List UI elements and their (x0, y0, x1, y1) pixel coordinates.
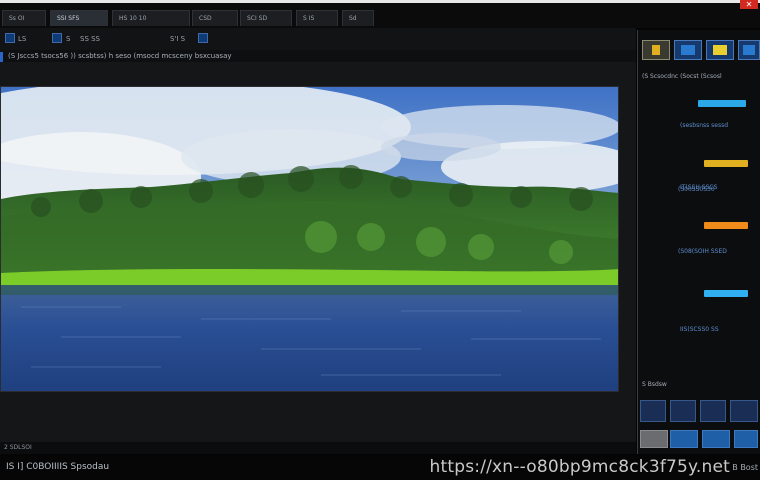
toolbar-item-2[interactable]: S (66, 33, 70, 45)
layer-color-bar (704, 290, 748, 297)
tab-3[interactable]: HS 10 10 (112, 10, 190, 26)
canvas-panel (0, 62, 636, 442)
thumb-button-3[interactable] (702, 430, 730, 448)
status-bar: 2 SDLSOI (0, 442, 636, 454)
coords-readout: 2 SDLSOI (4, 444, 32, 451)
tab-4[interactable]: CSD (192, 10, 238, 26)
info-accent (0, 52, 3, 62)
info-strip: (S Jsccs5 tsocs56 )) scsbtss) h seso (ms… (0, 50, 636, 62)
toolbar-item-4[interactable]: S'I S (170, 33, 185, 45)
layers-panel: (S Scsocdnc (Socst (Scsosl (sesbsnss ses… (637, 30, 760, 454)
title-bar: Ss OI SSI SFS HS 10 10 CSD SCI SD S IS S… (0, 0, 760, 28)
thumbnail-1[interactable] (640, 400, 666, 422)
select-tool-icon[interactable] (5, 33, 15, 43)
info-text: (S Jsccs5 tsocs56 )) scsbtss) h seso (ms… (8, 52, 232, 60)
close-icon[interactable]: ✕ (740, 0, 758, 9)
layer-label: (sesbsnss sessd (680, 122, 729, 129)
layer-icon (681, 45, 695, 55)
panel-tool-button-4[interactable] (738, 40, 760, 60)
layer-row-1[interactable]: (sesbsnss sessd (642, 98, 759, 129)
landscape-image (1, 87, 618, 391)
toolbar: LS S SS SS S'I S (0, 28, 636, 51)
layer-row-2[interactable]: IT(SSH SSCS (642, 158, 759, 191)
mask-icon (743, 45, 755, 55)
panel-header: (S Scsocdnc (Socst (Scsosl (642, 73, 722, 80)
layer-row-3[interactable] (642, 220, 759, 236)
bottom-bar: IS I] C0BOIIIIS Spsodau https://xn--o80b… (0, 456, 760, 480)
layer-row-6[interactable]: (S00SS0S30 (642, 186, 759, 202)
tab-2[interactable]: SSI SFS (50, 10, 108, 26)
layer-color-bar (704, 222, 748, 229)
panel-tool-button-3[interactable] (706, 40, 734, 60)
layer-label: (S08(SOIH SSED (678, 248, 727, 255)
app-name-label: IS I] C0BOIIIIS Spsodau (6, 462, 110, 472)
highlight-icon (713, 45, 727, 55)
layer-row-5[interactable]: (S08(SOIH SSED (642, 248, 759, 264)
tab-5[interactable]: SCI SD (240, 10, 292, 26)
thumbnail-4[interactable] (730, 400, 758, 422)
layer-color-bar (698, 100, 746, 107)
tab-1[interactable]: Ss OI (2, 10, 46, 26)
image-viewport[interactable] (0, 86, 619, 392)
toolbar-item-3[interactable]: SS SS (80, 33, 100, 45)
bottom-extra-label: B Bost (732, 463, 758, 472)
layer-label: (S00SS0S30 (678, 186, 715, 193)
window-top-border (0, 0, 760, 3)
thumb-button-2[interactable] (670, 430, 698, 448)
panel-tool-button-2[interactable] (674, 40, 702, 60)
move-tool-icon[interactable] (52, 33, 62, 43)
layer-row-4[interactable]: IIS(SCSS0 SS (642, 288, 759, 333)
tab-6[interactable]: S IS (296, 10, 338, 26)
zoom-tool-icon[interactable] (198, 33, 208, 43)
layer-color-bar (704, 160, 748, 167)
thumb-button-4[interactable] (734, 430, 758, 448)
panel-footer: S Bsdsw (642, 381, 667, 388)
panel-tool-button-1[interactable] (642, 40, 670, 60)
watermark-url: https://xn--o80bp9mc8ck3f75y.net (429, 457, 730, 477)
thumbnail-3[interactable] (700, 400, 726, 422)
layer-label: IIS(SCSS0 SS (680, 326, 719, 333)
yellow-swatch-icon (652, 45, 660, 55)
toolbar-item-1[interactable]: LS (18, 33, 26, 45)
thumb-button-1[interactable] (640, 430, 668, 448)
thumbnail-2[interactable] (670, 400, 696, 422)
tab-7[interactable]: Sd (342, 10, 374, 26)
